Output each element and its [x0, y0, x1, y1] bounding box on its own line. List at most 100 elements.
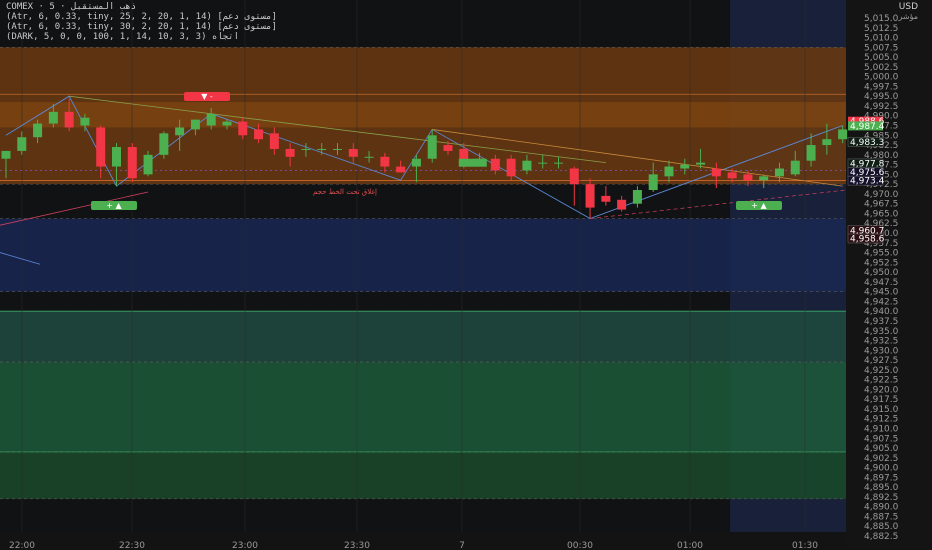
time-tick: 23:00 — [232, 541, 258, 550]
price-zones — [0, 47, 846, 500]
price-tick: 4,910.0 — [864, 424, 899, 434]
currency-label[interactable]: USD مؤشر — [898, 2, 918, 21]
price-label-text: 4,973.4 — [850, 177, 885, 187]
candle-body[interactable] — [269, 133, 279, 149]
candle-body[interactable] — [822, 139, 832, 146]
candle-body[interactable] — [48, 111, 58, 124]
candle-body[interactable] — [506, 158, 516, 177]
indicator-line-1[interactable]: (Atr, 6, 0.33, tiny, 25, 2, 20, 1, 14) [… — [6, 12, 277, 22]
price-tick: 4,917.5 — [864, 395, 898, 405]
price-tick: 4,937.5 — [864, 317, 898, 327]
candle-body[interactable] — [301, 148, 311, 150]
price-tick: 4,955.0 — [864, 249, 899, 259]
candle-body[interactable] — [806, 145, 816, 161]
candle-body[interactable] — [111, 147, 121, 167]
candle-body[interactable] — [490, 158, 500, 171]
indicator-line-3[interactable]: (DARK, 5, 0, 0, 100, 1, 14, 10, 3, 3) ات… — [6, 32, 277, 42]
candle-body[interactable] — [332, 148, 342, 150]
indicator-line-2[interactable]: (Atr, 6, 0.33, tiny, 30, 2, 20, 1, 14) [… — [6, 22, 277, 32]
currency-sub: مؤشر — [898, 12, 918, 21]
buy-signal[interactable]: + ▲ — [91, 201, 137, 210]
candle-body[interactable] — [632, 190, 642, 204]
candle-body[interactable] — [585, 184, 595, 208]
candle-body[interactable] — [522, 160, 532, 171]
candle-body[interactable] — [553, 162, 563, 164]
candle-body[interactable] — [411, 158, 421, 167]
currency-code: USD — [898, 2, 918, 12]
candle-body[interactable] — [175, 127, 185, 136]
candle-body[interactable] — [617, 199, 627, 210]
price-tick: 4,940.0 — [864, 307, 899, 317]
candle-body[interactable] — [664, 166, 674, 177]
candle-body[interactable] — [648, 174, 658, 191]
price-label[interactable]: 4,983.3 — [847, 137, 884, 148]
candle-body[interactable] — [680, 164, 690, 169]
candle-body[interactable] — [727, 172, 737, 179]
candle-body[interactable] — [190, 119, 200, 130]
candle-body[interactable] — [538, 162, 548, 164]
candle-body[interactable] — [364, 156, 374, 158]
sell-signal[interactable]: ▼ - — [184, 92, 230, 101]
candle-body[interactable] — [1, 150, 11, 159]
price-tick: 4,900.0 — [864, 464, 899, 474]
annotation-note: إغلاق تحت الخط حجم — [313, 188, 377, 196]
buy-signal-text: + ▲ — [106, 201, 122, 210]
price-tick: 5,007.5 — [864, 43, 898, 53]
candle[interactable] — [159, 131, 169, 159]
price-tick: 4,907.5 — [864, 434, 898, 444]
candle-body[interactable] — [143, 154, 153, 175]
candle-body[interactable] — [348, 148, 358, 157]
candle-body[interactable] — [80, 117, 90, 126]
price-label-text: 4,958.6 — [850, 234, 885, 244]
price-tick: 4,930.0 — [864, 346, 899, 356]
price-label[interactable]: 4,987.4 — [848, 121, 885, 132]
price-tick: 4,950.0 — [864, 268, 899, 278]
candle-body[interactable] — [838, 129, 848, 140]
candle-body[interactable] — [774, 168, 784, 177]
price-label[interactable]: 4,973.4 — [847, 175, 885, 187]
symbol-line[interactable]: COMEX · 5 · ذهب المستقبل — [6, 2, 277, 12]
candle[interactable] — [127, 143, 137, 183]
candle-body[interactable] — [427, 135, 437, 159]
candle-body[interactable] — [696, 162, 706, 165]
candle-body[interactable] — [759, 176, 769, 181]
price-tick: 5,015.0 — [864, 14, 899, 24]
candle-body[interactable] — [127, 147, 137, 179]
candle-body[interactable] — [159, 133, 169, 155]
price-tick: 4,905.0 — [864, 444, 899, 454]
time-tick: 22:30 — [119, 541, 145, 550]
small-signal-box — [458, 158, 487, 167]
candle-body[interactable] — [238, 121, 248, 136]
buy-signal[interactable]: + ▲ — [736, 201, 782, 210]
candlestick-chart[interactable]: + ▲ + ▲ ▼ - إغلاق تحت الخط حجم 5,015.05,012… — [0, 0, 932, 550]
candle-body[interactable] — [443, 145, 453, 151]
zone-green1 — [0, 311, 846, 363]
candle-body[interactable] — [790, 160, 800, 175]
price-label-text: 4,987.4 — [850, 122, 885, 132]
candle-body[interactable] — [569, 168, 579, 185]
zone-blue — [0, 218, 846, 292]
price-tick: 4,890.0 — [864, 503, 899, 513]
candle-body[interactable] — [285, 148, 295, 157]
candle-body[interactable] — [206, 113, 216, 126]
candle-body[interactable] — [601, 195, 611, 202]
candle-body[interactable] — [222, 121, 232, 126]
candle-body[interactable] — [743, 174, 753, 181]
price-tick: 4,965.0 — [864, 209, 899, 219]
zone-green3 — [0, 451, 846, 499]
candle-body[interactable] — [317, 148, 327, 150]
price-tick: 4,897.5 — [864, 473, 898, 483]
candle-body[interactable] — [396, 166, 406, 173]
candle-body[interactable] — [33, 123, 43, 138]
candle-body[interactable] — [380, 156, 390, 167]
candle-body[interactable] — [96, 127, 106, 167]
sell-signal-text: ▼ - — [201, 92, 213, 101]
candle-body[interactable] — [17, 137, 27, 151]
candle-body[interactable] — [711, 168, 721, 177]
candle-body[interactable] — [64, 111, 74, 128]
candle-body[interactable] — [254, 129, 264, 140]
time-axis[interactable]: 22:00 22:30 23:00 23:30 7 00:30 01:00 01:30 — [0, 532, 846, 550]
price-label[interactable]: 4,958.6 — [847, 233, 885, 245]
price-tick: 4,882.5 — [864, 532, 898, 542]
price-tick: 4,892.5 — [864, 493, 898, 503]
